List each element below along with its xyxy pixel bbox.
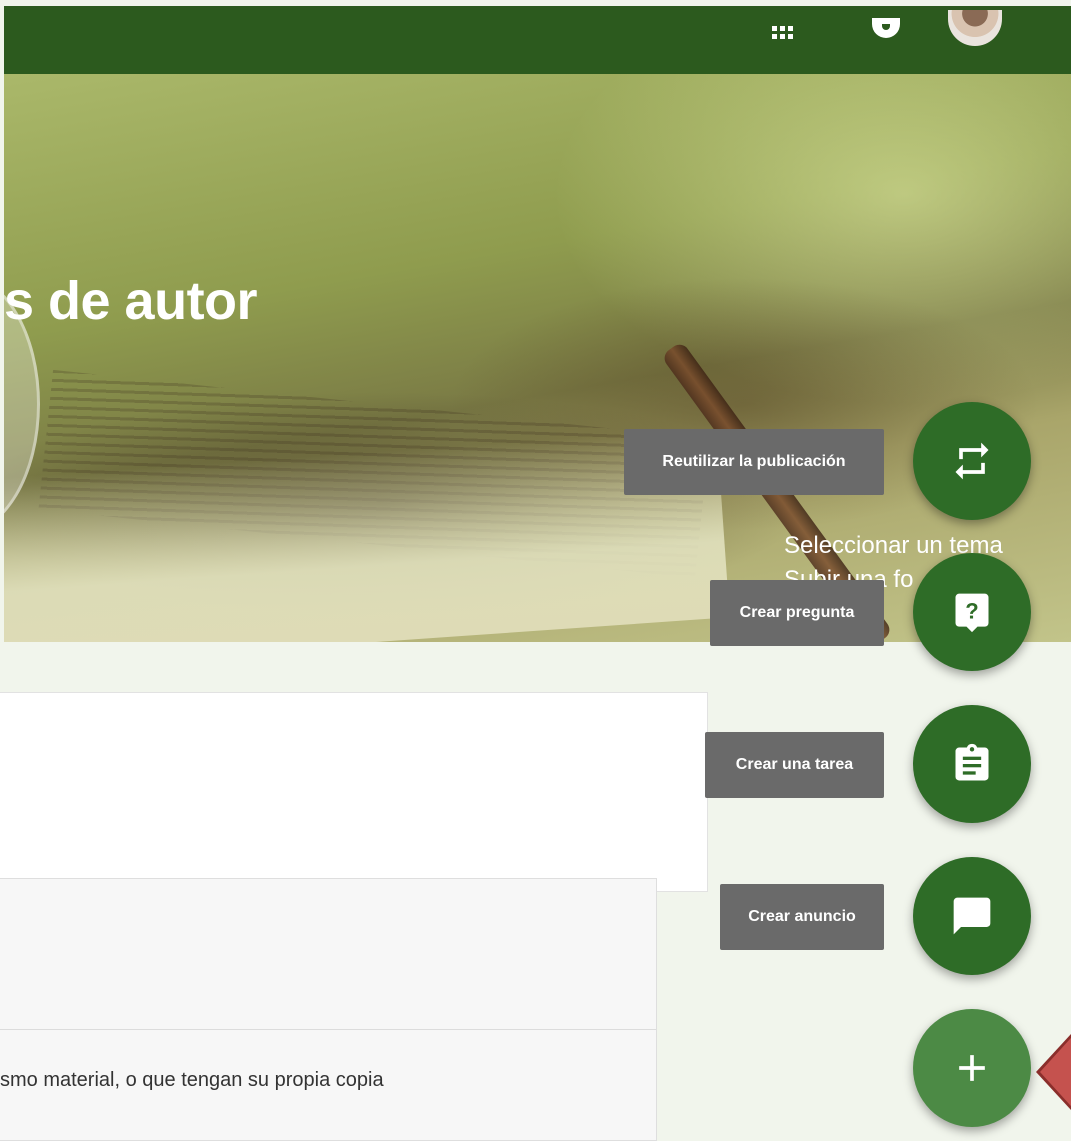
tooltip-create-assignment: Crear una tarea [705, 732, 884, 798]
create-assignment-button[interactable] [913, 705, 1031, 823]
announcement-icon [953, 897, 991, 935]
repost-icon [955, 442, 989, 480]
svg-text:?: ? [965, 598, 978, 623]
plus-icon [959, 1055, 985, 1081]
create-question-button[interactable]: ? [913, 553, 1031, 671]
card-divider [0, 1029, 656, 1030]
course-banner: s de autor Seleccionar un tema Subir una… [4, 74, 1071, 642]
pointer-arrow [1040, 1028, 1071, 1116]
tooltip-reuse-post: Reutilizar la publicación [624, 429, 884, 495]
create-announcement-button[interactable] [913, 857, 1031, 975]
top-app-bar [4, 6, 1071, 74]
classroom-window: s de autor Seleccionar un tema Subir una… [0, 0, 1071, 1141]
bell-icon[interactable] [872, 18, 900, 38]
add-fab-button[interactable] [913, 1009, 1031, 1127]
avatar[interactable] [948, 10, 1002, 46]
reuse-post-button[interactable] [913, 402, 1031, 520]
question-icon: ? [955, 593, 989, 633]
tooltip-create-announcement: Crear anuncio [720, 884, 884, 950]
stream-post-card [0, 692, 708, 892]
assignment-icon [955, 743, 989, 781]
stream-attachment-card: smo material, o que tengan su propia cop… [0, 878, 657, 1141]
apps-grid-icon[interactable] [772, 26, 794, 42]
post-body-text: smo material, o que tengan su propia cop… [0, 1069, 384, 1091]
tooltip-create-question: Crear pregunta [710, 580, 884, 646]
course-title: s de autor [4, 271, 258, 331]
